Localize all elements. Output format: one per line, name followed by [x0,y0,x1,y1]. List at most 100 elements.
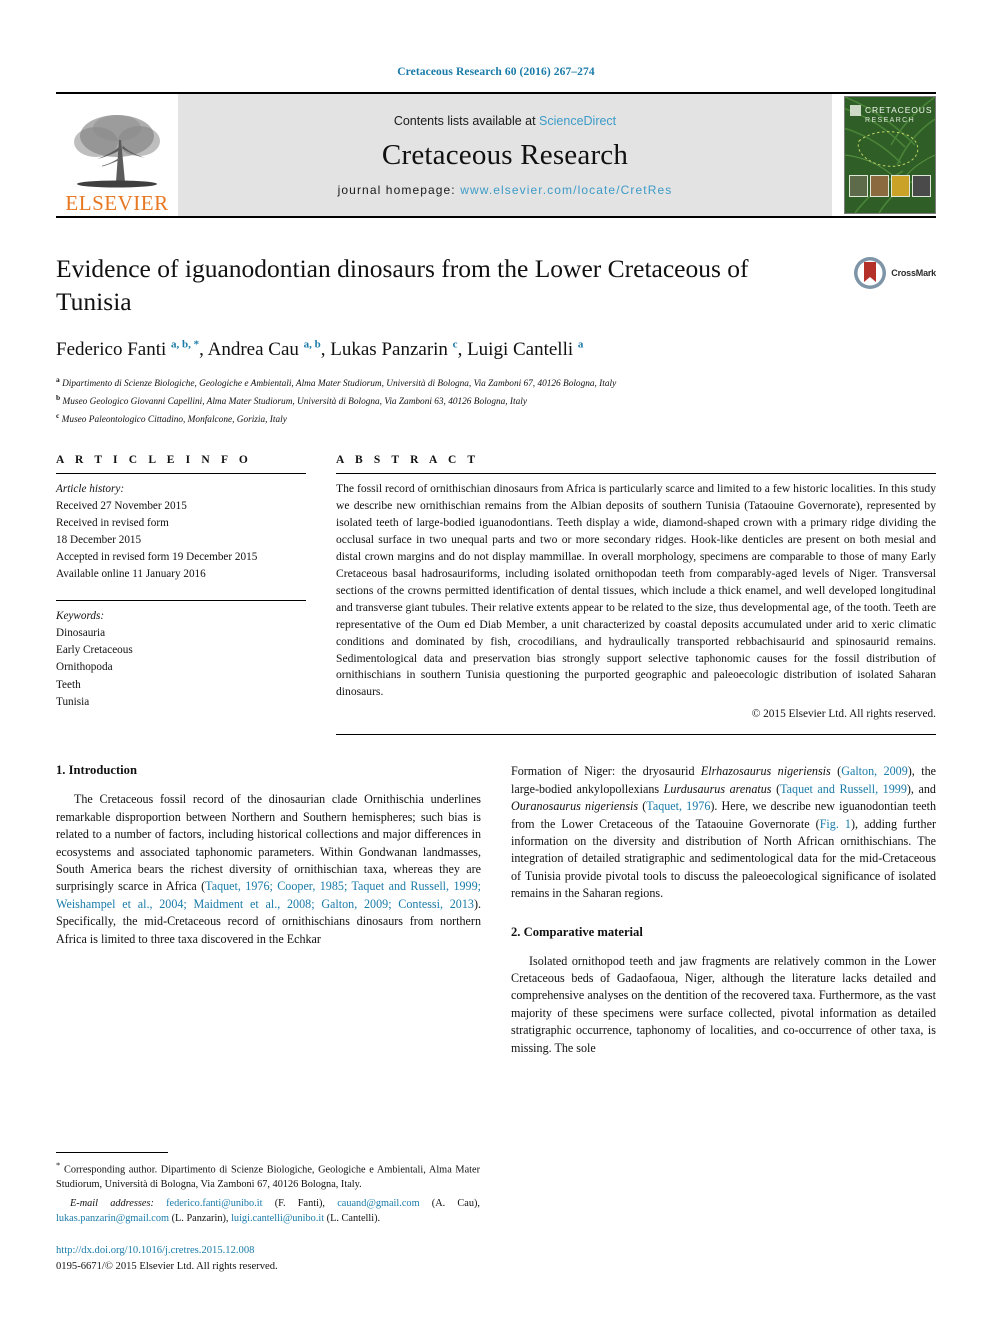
crossmark-label: CrossMark [891,268,936,278]
homepage-prefix: journal homepage: [337,182,461,197]
email-addresses-note: E-mail addresses: federico.fanti@unibo.i… [56,1197,480,1227]
journal-masthead: ELSEVIER Contents lists available at Sci… [56,92,936,218]
body-columns: 1. Introduction The Cretaceous fossil re… [56,763,936,1193]
intro-p2-text-d: ( [771,781,781,796]
keyword-item: Ornithopoda [56,661,113,674]
journal-homepage-line: journal homepage: www.elsevier.com/locat… [338,183,673,197]
article-history-label: Article history: [56,483,125,496]
affiliation-mark-b: b [56,393,61,403]
contents-available-line: Contents lists available at ScienceDirec… [394,114,616,128]
abstract-heading: A B S T R A C T [336,454,480,467]
affiliation-c: c Museo Paleontologico Cittadino, Monfal… [56,410,936,428]
abstract-column: A B S T R A C T The fossil record of orn… [336,454,936,736]
email-owner-cau: (A. Cau), [431,1198,481,1210]
abstract-copyright: © 2015 Elsevier Ltd. All rights reserved… [751,708,936,721]
journal-title: Cretaceous Research [381,138,629,171]
affiliation-mark-a: a [56,374,60,384]
citation-taquet-1976[interactable]: Taquet, 1976 [646,799,710,813]
email-link-fanti[interactable]: federico.fanti@unibo.it [166,1198,262,1209]
affiliation-text-b: Museo Geologico Giovanni Capellini, Alma… [62,397,527,408]
issn-copyright-line: 0195-6671/© 2015 Elsevier Ltd. All right… [56,1261,278,1273]
cover-title: CRETACEOUS RESEARCH [865,105,933,126]
intro-paragraph-2: Formation of Niger: the dryosaurid Elrha… [511,763,936,902]
journal-cover-thumbnail: CRETACEOUS RESEARCH [844,96,936,214]
history-item: Received 27 November 2015 [56,500,187,513]
cover-specimen-1 [849,175,868,197]
section-heading-introduction: 1. Introduction [56,763,137,778]
corresponding-author-text: Corresponding author. Dipartimento di Sc… [56,1164,481,1191]
corresponding-author-mark: * [56,1160,61,1171]
doi-link[interactable]: http://dx.doi.org/10.1016/j.cretres.2015… [56,1243,480,1259]
email-link-cau[interactable]: cauand@gmail.com [337,1198,419,1209]
affiliation-a: a Dipartimento di Scienze Biologiche, Ge… [56,374,936,392]
elsevier-logo: ELSEVIER [56,94,178,216]
affiliation-text-c: Museo Paleontologico Cittadino, Monfalco… [61,415,287,426]
history-item: 18 December 2015 [56,534,142,547]
citation-galton-2009[interactable]: Galton, 2009 [841,764,908,778]
figure-reference-fig1[interactable]: Fig. 1 [820,817,851,831]
elsevier-tree-icon [74,115,160,188]
keyword-item: Dinosauria [56,627,106,640]
keywords-block: Keywords: Dinosauria Early Cretaceous Or… [56,601,306,710]
keywords-label: Keywords: [56,610,105,623]
section-heading-comparative-material: 2. Comparative material [511,924,643,939]
running-head: Cretaceous Research 60 (2016) 267–274 [397,66,595,78]
body-column-left: 1. Introduction The Cretaceous fossil re… [56,763,481,1193]
footnote-divider [56,1152,168,1154]
comparative-paragraph-1: Isolated ornithopod teeth and jaw fragme… [511,953,936,1055]
article-info-column: A R T I C L E I N F O Article history: R… [56,454,306,735]
intro-p2-text-a: Formation of Niger: the dryosaurid [511,764,701,779]
cover-specimen-4 [912,175,931,197]
cover-specimen-3 [891,175,910,197]
journal-homepage-link[interactable]: www.elsevier.com/locate/CretRes [460,183,672,197]
corresponding-author-note: * Corresponding author. Dipartimento di … [56,1159,480,1193]
author-list: Federico Fanti a, b, *, Andrea Cau a, b,… [56,338,584,361]
citation-taquet-russell-1999[interactable]: Taquet and Russell, 1999 [780,782,907,796]
intro-p2-text-b: ( [830,764,842,779]
title-area: Evidence of iguanodontian dinosaurs from… [56,252,936,318]
info-abstract-row: A R T I C L E I N F O Article history: R… [56,454,936,736]
history-item: Available online 11 January 2016 [56,568,206,581]
cover-specimen-strip [849,175,931,197]
affiliation-list: a Dipartimento di Scienze Biologiche, Ge… [56,374,936,428]
keyword-item: Teeth [56,678,81,691]
intro-paragraph-1: The Cretaceous fossil record of the dino… [56,791,481,948]
journal-banner: Contents lists available at ScienceDirec… [178,94,832,216]
crossmark-logo-icon [854,257,887,289]
article-history: Article history: Received 27 November 20… [56,474,306,583]
email-addresses-label: E-mail addresses: [70,1198,154,1210]
title-text-block: Evidence of iguanodontian dinosaurs from… [56,252,853,318]
email-owner-cantelli: (L. Cantelli). [326,1213,381,1225]
cover-title-line2: RESEARCH [865,117,916,125]
email-link-panzarin[interactable]: lukas.panzarin@gmail.com [56,1213,169,1224]
affiliation-b: b Museo Geologico Giovanni Capellini, Al… [56,392,936,410]
history-item: Accepted in revised form 19 December 201… [56,551,258,564]
keyword-item: Early Cretaceous [56,644,133,657]
abstract-text: The fossil record of ornithischian dinos… [336,482,936,699]
taxon-name-1: Elrhazosaurus nigeriensis [700,764,831,779]
page-title: Evidence of iguanodontian dinosaurs from… [56,254,749,317]
journal-cover-cell: CRETACEOUS RESEARCH [832,94,936,216]
taxon-name-2: Lurdusaurus arenatus [663,781,772,796]
contents-prefix: Contents lists available at [393,113,540,128]
cover-elsevier-mark-icon [850,105,861,116]
body-column-right: Formation of Niger: the dryosaurid Elrha… [511,763,936,1193]
email-owner-fanti: (F. Fanti), [274,1198,325,1210]
abstract-bottom-rule [336,734,936,736]
keyword-item: Tunisia [56,695,90,708]
email-owner-panzarin: (L. Panzarin), [171,1213,229,1225]
affiliation-mark-c: c [56,411,60,421]
taxon-name-3: Ouranosaurus nigeriensis [511,799,639,814]
crossmark-badge[interactable]: CrossMark [853,256,936,290]
intro-p2-text-e: ), and [906,781,936,796]
footnote-block: * Corresponding author. Dipartimento di … [56,1152,480,1275]
email-link-cantelli[interactable]: luigi.cantelli@unibo.it [231,1213,324,1224]
article-info-heading: A R T I C L E I N F O [56,454,252,467]
cover-specimen-2 [870,175,889,197]
cover-title-line1: CRETACEOUS [865,105,933,115]
affiliation-text-a: Dipartimento di Scienze Biologiche, Geol… [62,379,617,390]
sciencedirect-link[interactable]: ScienceDirect [539,114,616,128]
doi-block: http://dx.doi.org/10.1016/j.cretres.2015… [56,1243,480,1275]
article-page: Cretaceous Research 60 (2016) 267–274 EL… [0,0,992,1323]
history-item: Received in revised form [56,517,169,530]
